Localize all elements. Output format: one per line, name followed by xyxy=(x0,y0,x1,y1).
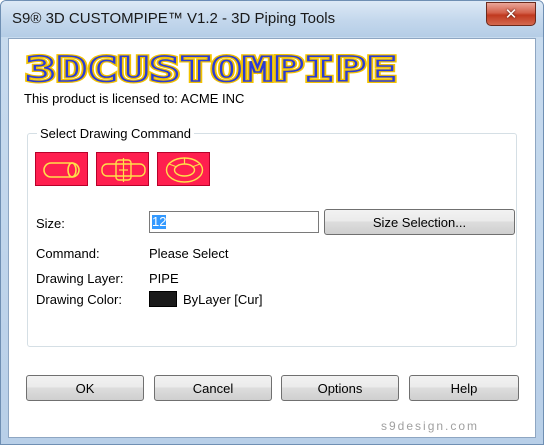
size-selection-button[interactable]: Size Selection... xyxy=(324,209,515,235)
title-bar[interactable]: S9® 3D CUSTOMPIPE™ V1.2 - 3D Piping Tool… xyxy=(1,1,543,37)
website-link: s9design.com xyxy=(381,419,480,433)
dialog-window: S9® 3D CUSTOMPIPE™ V1.2 - 3D Piping Tool… xyxy=(0,0,544,445)
cylinder-pipe-button[interactable] xyxy=(35,152,88,186)
dialog-client-area: 3DCUSTOMPIPE 3DCUSTOMPIPE This product i… xyxy=(8,38,536,438)
close-icon: ✕ xyxy=(504,5,518,23)
group-title: Select Drawing Command xyxy=(37,126,195,141)
options-button[interactable]: Options xyxy=(281,375,399,401)
drawing-color-value: ByLayer [Cur] xyxy=(183,292,263,307)
size-input[interactable]: 12 xyxy=(149,211,319,233)
pipe-flange-icon xyxy=(101,158,146,182)
help-button[interactable]: Help xyxy=(409,375,519,401)
command-label: Command: xyxy=(36,246,100,261)
logo-text: 3DCUSTOMPIPE xyxy=(25,53,397,87)
product-logo: 3DCUSTOMPIPE 3DCUSTOMPIPE xyxy=(23,53,399,87)
drawing-layer-value: PIPE xyxy=(149,271,179,286)
drawing-color-label: Drawing Color: xyxy=(36,292,122,307)
pipe-cylinder-icon xyxy=(43,162,80,178)
ok-button[interactable]: OK xyxy=(26,375,144,401)
license-text: This product is licensed to: ACME INC xyxy=(24,91,245,106)
flanged-pipe-button[interactable] xyxy=(96,152,149,186)
drawing-color-swatch[interactable] xyxy=(149,291,177,307)
pipe-elbow-icon xyxy=(165,157,204,183)
window-title: S9® 3D CUSTOMPIPE™ V1.2 - 3D Piping Tool… xyxy=(12,10,336,27)
size-value: 12 xyxy=(152,214,167,229)
elbow-pipe-button[interactable] xyxy=(157,152,210,186)
size-label: Size: xyxy=(36,216,65,231)
cancel-button[interactable]: Cancel xyxy=(154,375,272,401)
close-button[interactable]: ✕ xyxy=(486,2,536,26)
command-value: Please Select xyxy=(149,246,229,261)
drawing-layer-label: Drawing Layer: xyxy=(36,271,124,286)
